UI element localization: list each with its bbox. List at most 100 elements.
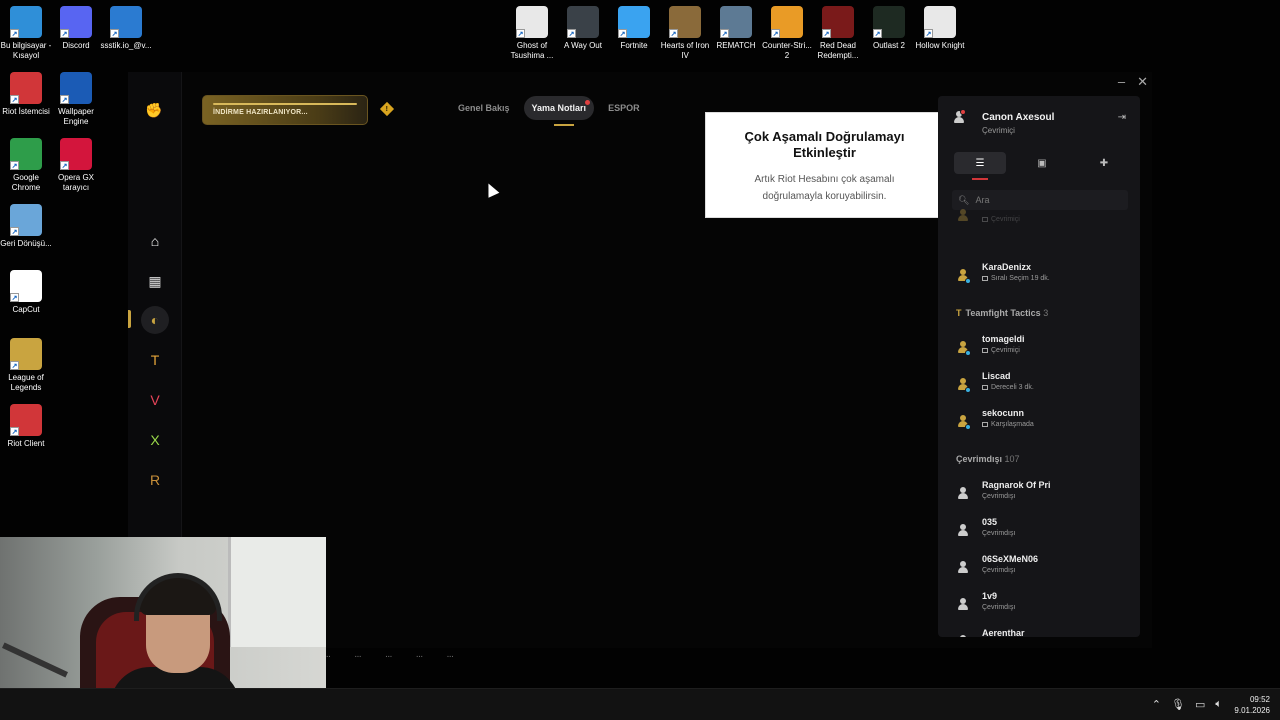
friend-status: Çevrimdışı [982,530,1016,537]
alert-button[interactable]: ! [379,101,395,117]
tab-1[interactable]: Yama Notları [523,96,595,126]
bottom-link[interactable]: ... [355,652,362,662]
add-friend-tab[interactable]: ✚ [1078,152,1130,174]
sidebar-library[interactable]: ▦ [141,267,169,295]
runeterra-icon: R [149,472,161,488]
clock-date: 9.01.2026 [1234,706,1270,715]
friend-name: tomageldi [982,334,1025,344]
desktop-icon-top-7[interactable]: ↗ Outlast 2 [863,6,915,51]
bottom-link[interactable]: ... [447,652,454,662]
desktop-icon-7[interactable]: ↗ Geri Dönüşü... [0,204,52,249]
friends-search: 🔍︎ [952,190,1128,210]
desktop-icon-1[interactable]: ↗ Discord [50,6,102,51]
friend-item[interactable]: Liscad Dereceli 3 dk. [956,371,1126,401]
microphone-icon[interactable]: 🎙︎ [1171,698,1185,711]
desktop-icon-label: ssstik.io_@v... [100,41,152,50]
game-icon [982,421,988,427]
desktop-icon-top-0[interactable]: ↗ Ghost of Tsushima ... [506,6,558,61]
friends-list-tab[interactable]: ☰ [954,152,1006,180]
avatar [952,109,966,124]
desktop-icon-label: Riot Client [7,439,45,448]
friend-status: Çevrimdışı [982,567,1016,574]
mfa-tooltip[interactable]: Çok Aşamalı Doğrulamayı Etkinleştir Artı… [705,112,944,218]
league-icon: ↗ [10,338,42,370]
my-name: Canon Axesoul [982,112,1055,123]
desktop-icon-top-6[interactable]: ↗ Red Dead Redempti... [812,6,864,61]
friend-item[interactable]: Aerenthar [956,628,1126,637]
sidebar-legends-of-runeterra[interactable]: R [141,466,169,494]
desktop-icon-10[interactable]: ↗ Riot Client [0,404,52,449]
sidebar-2xko[interactable]: X [141,426,169,454]
desktop-icon-4[interactable]: ↗ Wallpaper Engine [50,72,102,127]
mfa-tooltip-description: Artık Riot Hesabını çok aşamalı doğrulam… [754,174,895,202]
clock[interactable]: 09:52 9.01.2026 [1234,694,1270,716]
friend-item[interactable]: KaraDenizx Sıralı Seçim 19 dk. [956,262,1126,292]
desktop-icon-2[interactable]: ↗ ssstik.io_@v... [100,6,152,51]
bottom-link[interactable]: ... [386,652,393,662]
sidebar-home[interactable]: ⌂ [141,227,169,255]
friend-group-header[interactable]: T Teamfight Tactics 3 [956,308,1048,318]
desktop-icon-5[interactable]: ↗ Google Chrome [0,138,52,193]
riot-logo-icon[interactable]: ✊ [145,102,165,118]
messages-tab[interactable]: ▣ [1016,152,1068,174]
network-icon[interactable]: ▭ [1195,698,1205,711]
desktop-icon-0[interactable]: ↗ Bu bilgisayar - Kısayol [0,6,52,61]
avatar [956,268,971,284]
minimize-icon[interactable]: – [1118,74,1125,90]
friend-name: Liscad [982,371,1011,381]
friend-item[interactable]: 06SeXMeN06 Çevrimdışı [956,554,1126,584]
game-icon [982,275,988,281]
close-icon[interactable]: ✕ [1137,74,1148,90]
tab-2[interactable]: ESPOR [600,96,648,120]
friend-item[interactable]: Çevrimiçi [956,209,1126,242]
friends-search-input[interactable] [975,195,1116,205]
friend-item[interactable]: Ragnarok Of Pri Çevrimdışı [956,480,1126,510]
volume-icon[interactable]: 🔈︎ [1215,698,1222,711]
tab-0[interactable]: Genel Bakış [450,96,518,120]
desktop-icon-top-2[interactable]: ↗ Fortnite [608,6,660,51]
desktop-icon-label: Discord [62,41,90,50]
desktop-icon-top-3[interactable]: ↗ Hearts of Iron IV [659,6,711,61]
desktop-icon-6[interactable]: ↗ Opera GX tarayıcı [50,138,102,193]
wallpaper-engine-icon: ↗ [60,72,92,104]
computer-icon: ↗ [10,6,42,38]
friend-item[interactable]: 035 Çevrimdışı [956,517,1126,547]
desktop-icon-3[interactable]: ↗ Riot İstemcisi [0,72,52,117]
friend-status: Çevrimiçi [982,347,1020,354]
warning-icon: ! [379,101,395,117]
sidebar-teamfight-tactics[interactable]: T [141,346,169,374]
red-dead-icon: ↗ [822,6,854,38]
chrome-icon: ↗ [10,138,42,170]
play-button[interactable]: İNDİRME HAZIRLANIYOR... [202,95,368,125]
status-dot [965,424,971,430]
friend-item[interactable]: sekocunn Karşılaşmada [956,408,1126,438]
desktop-icon-top-4[interactable]: ↗ REMATCH [710,6,762,51]
tab-label: Yama Notları [531,103,587,113]
tft-icon: T [150,352,160,368]
friend-item[interactable]: tomageldi Çevrimiçi [956,334,1126,364]
chevron-up-icon[interactable]: ⌃ [1152,698,1161,711]
bottom-link[interactable]: ... [416,652,423,662]
outlast-icon: ↗ [873,6,905,38]
friend-group-header[interactable]: Çevrimdışı 107 [956,454,1020,464]
friend-status: Çevrimiçi [982,216,1020,223]
desktop-icon-top-1[interactable]: ↗ A Way Out [557,6,609,51]
avatar [956,523,970,537]
status-dot [960,109,966,115]
active-indicator [128,310,131,328]
sidebar-league-of-legends[interactable]: ◐ [141,306,169,334]
tab-label: ESPOR [608,103,640,113]
friend-item[interactable]: 1v9 Çevrimdışı [956,591,1126,621]
collapse-panel-icon[interactable]: ⇥ [1118,112,1126,123]
desktop-icon-top-5[interactable]: ↗ Counter-Stri... 2 [761,6,813,61]
friend-name: sekocunn [982,408,1025,418]
a-way-out-icon: ↗ [567,6,599,38]
desktop-icon-top-8[interactable]: ↗ Hollow Knight [914,6,966,51]
league-icon: ◐ [150,312,160,328]
desktop-icon-9[interactable]: ↗ League of Legends [0,338,52,393]
desktop-icon-label: A Way Out [564,41,602,50]
desktop-icon-label: Counter-Stri... 2 [762,41,812,60]
desktop-icon-8[interactable]: ↗ CapCut [0,270,52,315]
my-profile[interactable]: Canon Axesoul Çevrimiçi [952,109,1054,135]
sidebar-valorant[interactable]: V [141,386,169,414]
